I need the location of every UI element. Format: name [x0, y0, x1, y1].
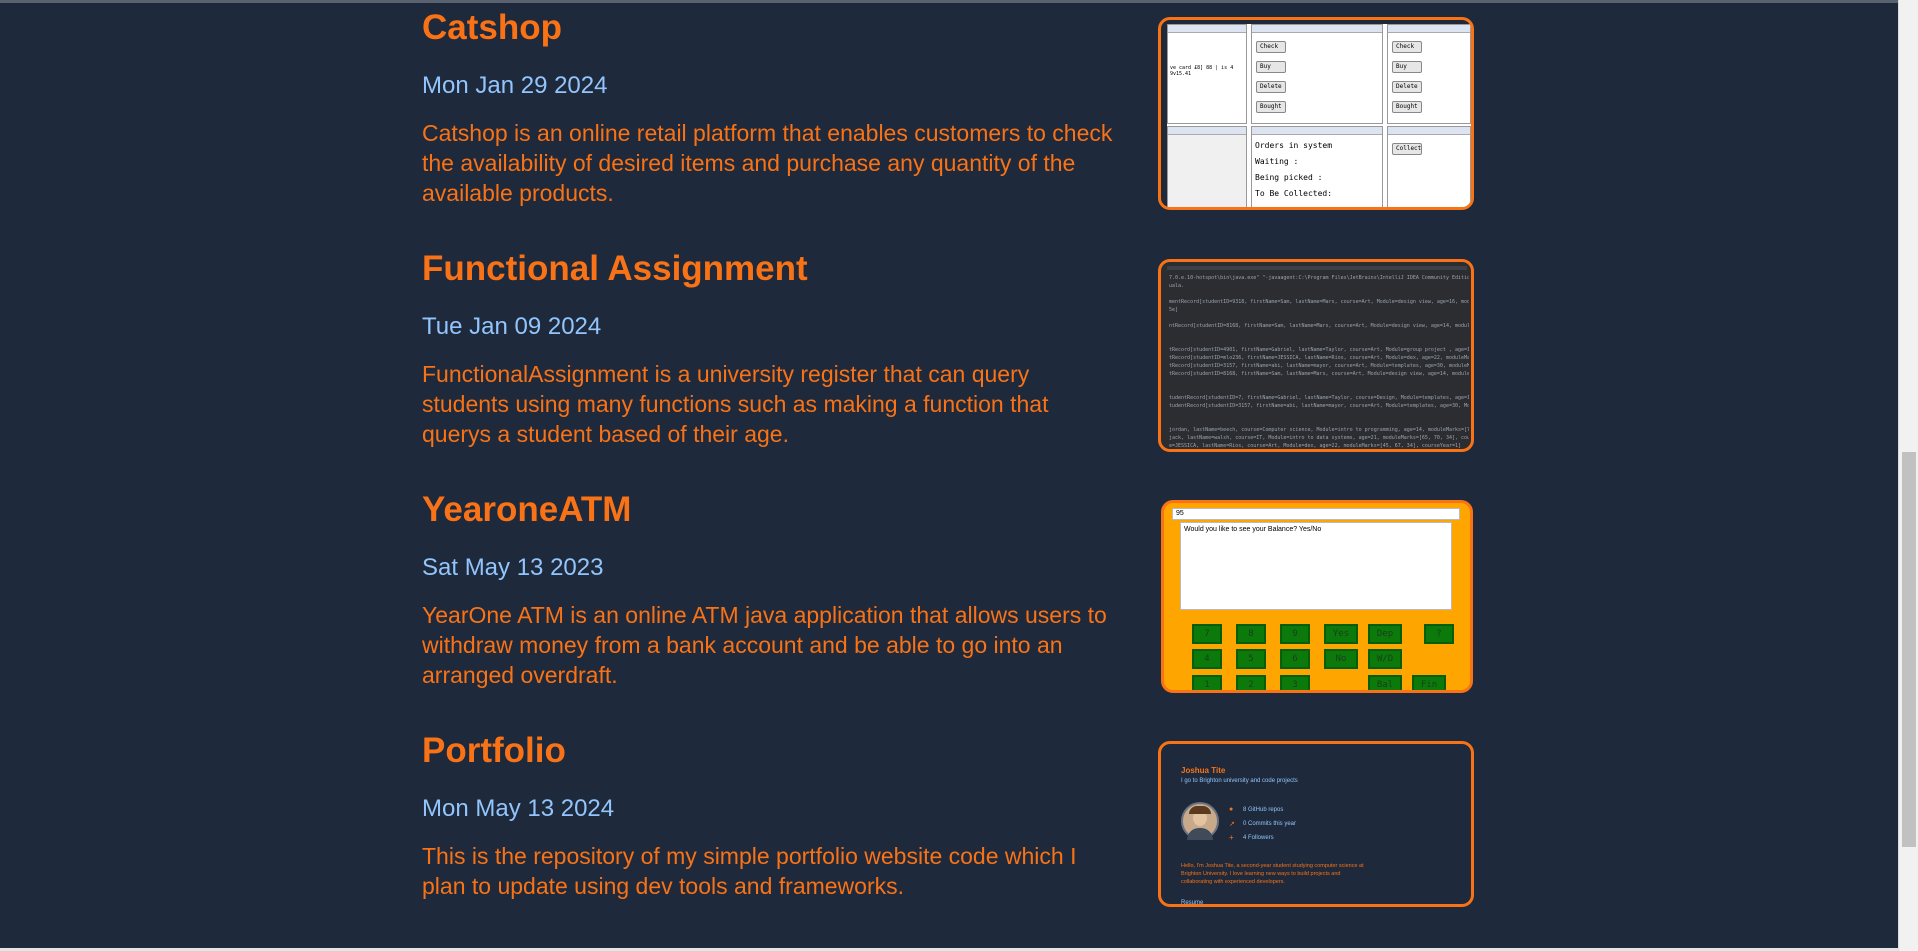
top-border — [0, 0, 1918, 3]
atm-key: 8 — [1236, 624, 1266, 644]
portfolio-stat: 8 GitHub repos — [1243, 807, 1284, 813]
portfolio-stat: 0 Commits this year — [1243, 821, 1297, 827]
scrollbar-thumb[interactable] — [1902, 452, 1916, 847]
catshop-window: ve card £8] 88 | is 4 9v15.41 — [1167, 24, 1247, 124]
atm-key: 1 — [1192, 675, 1222, 690]
console-line: 7.0.e.10-hotspot\bin\java.exe" "-javaage… — [1169, 275, 1469, 281]
catshop-screenshot: ve card £8] 88 | is 4 9v15.41 Check Buy … — [1167, 24, 1471, 207]
project-thumbnail-catshop[interactable]: ve card £8] 88 | is 4 9v15.41 Check Buy … — [1158, 17, 1474, 210]
atm-key: No — [1324, 649, 1358, 669]
console-line: jack, lastName=walsh, course=IT, Module=… — [1169, 435, 1469, 441]
console-line: tudentRecord[studentID=7, firstName=Gabr… — [1169, 395, 1469, 401]
console-output: 7.0.e.10-hotspot\bin\java.exe" "-javaage… — [1169, 274, 1469, 449]
plus-icon: + — [1229, 833, 1234, 842]
catshop-window: Collect — [1387, 126, 1471, 207]
atm-key: W/D — [1368, 649, 1402, 669]
console-line: ntRecord[studentID=8168, firstName=Sam, … — [1169, 323, 1469, 329]
portfolio-name: Joshua Tite — [1181, 766, 1226, 775]
project-thumbnail-yearoneatm[interactable]: 95 Would you like to see your Balance? Y… — [1161, 500, 1473, 693]
atm-key: 9 — [1280, 624, 1310, 644]
atm-key: 6 — [1280, 649, 1310, 669]
portfolio-subtitle: I go to Brighton university and code pro… — [1181, 778, 1298, 784]
avatar — [1181, 802, 1219, 840]
project-description: YearOne ATM is an online ATM java applic… — [422, 602, 1107, 688]
project-thumbnail-portfolio[interactable]: Joshua Tite I go to Brighton university … — [1158, 741, 1474, 907]
atm-key: 2 — [1236, 675, 1266, 690]
console-line: mentRecord[studentID=9318, firstName=Sam… — [1169, 299, 1469, 305]
catshop-orders-window: Orders in system Waiting : Being picked … — [1251, 126, 1383, 207]
portfolio-stat: 4 Followers — [1243, 835, 1274, 841]
project-description: FunctionalAssignment is a university reg… — [422, 361, 1049, 447]
github-icon: ● — [1229, 806, 1234, 813]
atm-key: 3 — [1280, 675, 1310, 690]
atm-key: Bal — [1368, 675, 1402, 690]
catshop-window — [1167, 126, 1247, 207]
atm-key: ? — [1424, 624, 1454, 644]
console-line: tRecord[studentID=4901, firstName=Gabrie… — [1169, 347, 1469, 353]
project-description: This is the repository of my simple port… — [422, 843, 1077, 899]
project-description: Catshop is an online retail platform tha… — [422, 120, 1113, 206]
atm-message-area: Would you like to see your Balance? Yes/… — [1180, 522, 1452, 610]
console-line: tRecord[studentID=3157, firstName=abi, l… — [1169, 363, 1469, 369]
console-line: tudentRecord[studentID=3157, firstName=a… — [1169, 403, 1469, 409]
vertical-scrollbar[interactable] — [1898, 0, 1918, 951]
atm-key: 5 — [1236, 649, 1266, 669]
console-line: e=JESSICA, lastName=Rios, course=Art, Mo… — [1169, 443, 1461, 449]
atm-number-field: 95 — [1172, 508, 1460, 520]
console-line: uala. — [1169, 283, 1185, 289]
atm-key: Fin — [1412, 675, 1446, 690]
console-line: tRecord[studentID=mlo236, firstName=JESS… — [1169, 355, 1469, 361]
console-line: jordan, lastName=beech, course=Computer … — [1169, 427, 1469, 433]
atm-key: 7 — [1192, 624, 1222, 644]
project-thumbnail-functional-assignment[interactable]: 7.0.e.10-hotspot\bin\java.exe" "-javaage… — [1158, 259, 1474, 452]
atm-key: Dep — [1368, 624, 1402, 644]
catshop-window: Check Buy Delete Bought — [1251, 24, 1383, 124]
trend-icon: ↗ — [1229, 821, 1235, 828]
console-line: 5e] — [1169, 307, 1179, 313]
atm-key: 4 — [1192, 649, 1222, 669]
console-line: tRecord[studentID=8168, firstName=Sam, l… — [1169, 371, 1469, 377]
catshop-window: Check Buy Delete Bought — [1387, 24, 1471, 124]
portfolio-footer: Resume — [1181, 900, 1204, 906]
atm-key: Yes — [1324, 624, 1358, 644]
portfolio-bio: Hello, I'm Joshua Tite, a second-year st… — [1181, 863, 1364, 885]
